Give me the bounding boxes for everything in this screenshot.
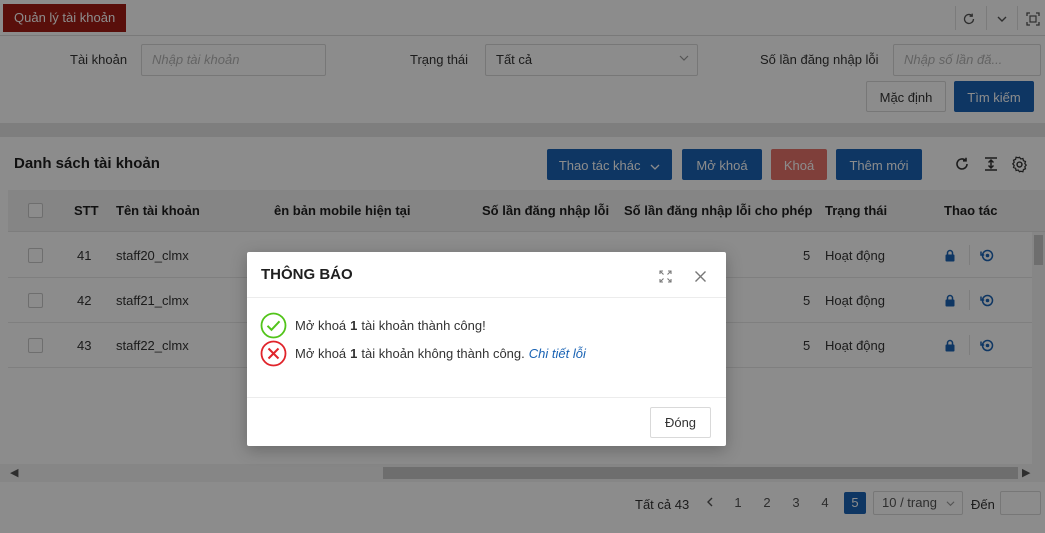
error-suffix: tài khoản không thành công. xyxy=(361,345,525,361)
modal-title: THÔNG BÁO xyxy=(261,266,353,283)
success-message: Mở khoá 1 tài khoản thành công! xyxy=(260,311,486,339)
close-icon[interactable] xyxy=(689,265,711,287)
success-count: 1 xyxy=(350,317,358,333)
close-circle-icon xyxy=(260,340,287,366)
expand-icon[interactable] xyxy=(654,265,676,287)
notification-modal: THÔNG BÁO Mở khoá 1 tài khoản thành công… xyxy=(247,252,726,446)
error-message: Mở khoá 1 tài khoản không thành công. Ch… xyxy=(260,339,586,367)
close-button[interactable]: Đóng xyxy=(650,407,711,438)
divider xyxy=(247,397,726,398)
check-circle-icon xyxy=(260,312,287,338)
error-prefix: Mở khoá xyxy=(295,345,347,361)
success-prefix: Mở khoá xyxy=(295,317,347,333)
divider xyxy=(247,297,726,298)
error-details-link[interactable]: Chi tiết lỗi xyxy=(529,346,586,361)
error-count: 1 xyxy=(350,345,358,361)
success-suffix: tài khoản thành công! xyxy=(361,317,486,333)
